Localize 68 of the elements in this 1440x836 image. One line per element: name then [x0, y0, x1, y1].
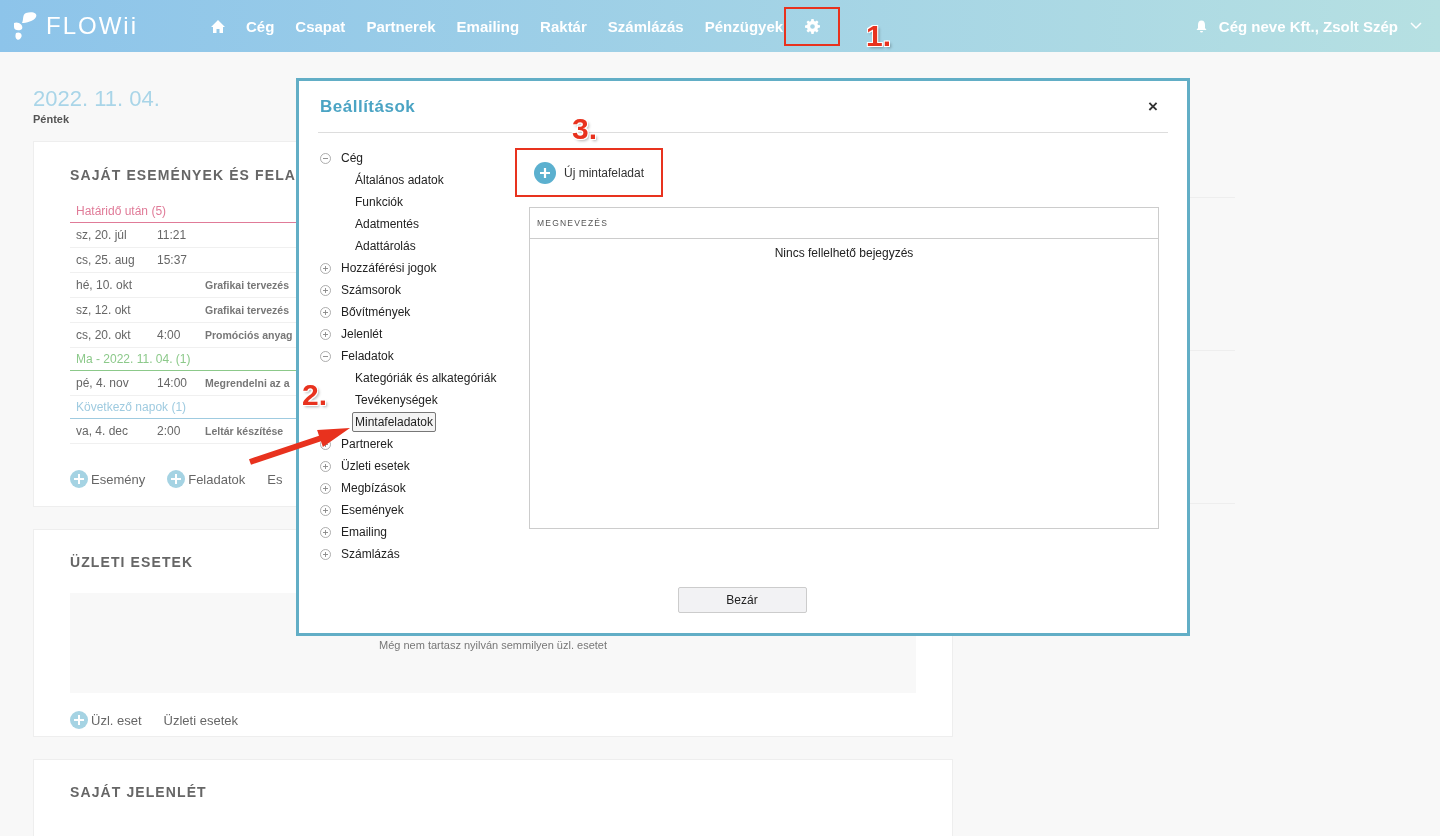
add-link[interactable]: Feladatok — [167, 470, 246, 488]
tree-item[interactable]: Feladatok — [338, 346, 397, 366]
tree-item[interactable]: Események — [338, 500, 407, 520]
expand-icon[interactable] — [320, 548, 331, 560]
event-date: sz, 12. okt — [76, 302, 132, 319]
card-title: ÜZLETI ESETEK — [70, 553, 194, 571]
event-date: va, 4. dec — [76, 423, 130, 440]
text-link[interactable]: Es — [267, 470, 283, 488]
tree-item[interactable]: Megbízások — [338, 478, 409, 498]
expand-icon[interactable] — [320, 284, 331, 296]
event-title[interactable]: Leltár készítése — [205, 425, 284, 437]
tree-item[interactable]: Cég — [338, 148, 366, 168]
expand-icon[interactable] — [320, 482, 331, 494]
event-time: 14:00 — [157, 376, 188, 390]
tree-item[interactable]: Adattárolás — [352, 236, 419, 256]
step-number: 3. — [572, 113, 598, 145]
card-title: SAJÁT ESEMÉNYEK ÉS FELA — [70, 166, 296, 184]
dialog-title: Beállítások — [320, 96, 416, 117]
step-number: 1. — [866, 20, 892, 52]
tree-item[interactable]: Számlázás — [338, 544, 403, 564]
collapse-icon[interactable] — [320, 152, 331, 164]
event-title[interactable]: Grafikai tervezés — [205, 279, 290, 291]
close-button[interactable]: Bezár — [677, 587, 807, 613]
expand-icon[interactable] — [320, 504, 331, 516]
add-link[interactable]: Esemény — [70, 470, 146, 488]
event-title[interactable]: Grafikai tervezés — [205, 304, 290, 316]
weekday-label: Péntek — [33, 113, 70, 125]
expand-icon[interactable] — [320, 526, 331, 538]
empty-message: Még nem tartasz nyilván semmilyen üzl. esetet — [378, 639, 607, 651]
tree-item[interactable]: Kategóriák és alkategóriák — [352, 368, 500, 388]
collapse-icon[interactable] — [320, 350, 331, 362]
tree-item[interactable]: Üzleti esetek — [338, 456, 413, 476]
event-time: 15:37 — [157, 253, 188, 267]
tree-item[interactable]: Számsorok — [338, 280, 405, 300]
text-link[interactable]: Üzleti esetek — [163, 711, 238, 729]
event-date: cs, 25. aug — [76, 252, 136, 269]
logo-text: FLOWii — [46, 12, 138, 40]
new-template-button[interactable]: Új mintafeladat — [515, 148, 663, 197]
event-title[interactable]: Promóciós anyag — [205, 329, 293, 341]
tree-item[interactable]: Emailing — [338, 522, 391, 542]
tree-item[interactable]: Hozzáférési jogok — [338, 258, 440, 278]
home-icon[interactable] — [210, 18, 226, 34]
event-time: 2:00 — [157, 424, 181, 438]
event-title[interactable]: Megrendelni az a — [205, 377, 290, 389]
event-time: 11:21 — [157, 228, 187, 242]
tree-item[interactable]: Jelenlét — [338, 324, 386, 344]
event-date: sz, 20. júl — [76, 227, 128, 244]
add-link[interactable]: Üzl. eset — [70, 711, 142, 729]
settings-button[interactable] — [784, 6, 841, 46]
close-button[interactable]: × — [1140, 96, 1166, 117]
expand-icon[interactable] — [320, 306, 331, 318]
tree-item[interactable]: Partnerek — [338, 434, 397, 454]
droplets-icon — [12, 11, 38, 41]
event-date: cs, 20. okt — [76, 327, 132, 344]
expand-icon[interactable] — [320, 262, 331, 274]
tree-item[interactable]: Általános adatok — [352, 170, 447, 190]
empty-message: Nincs fellelhető bejegyzés — [774, 246, 914, 260]
expand-icon[interactable] — [320, 460, 331, 472]
tree-item[interactable]: Mintafeladatok — [352, 412, 437, 432]
event-time: 4:00 — [157, 328, 181, 342]
date-heading: 2022. 11. 04. — [33, 86, 160, 112]
gear-icon — [804, 18, 820, 34]
plus-icon — [534, 161, 556, 184]
expand-icon[interactable] — [320, 328, 331, 340]
card-title: SAJÁT JELENLÉT — [70, 783, 207, 801]
event-date: hé, 10. okt — [76, 277, 134, 294]
event-date: pé, 4. nov — [76, 375, 130, 392]
tree-item[interactable]: Bővítmények — [338, 302, 414, 322]
